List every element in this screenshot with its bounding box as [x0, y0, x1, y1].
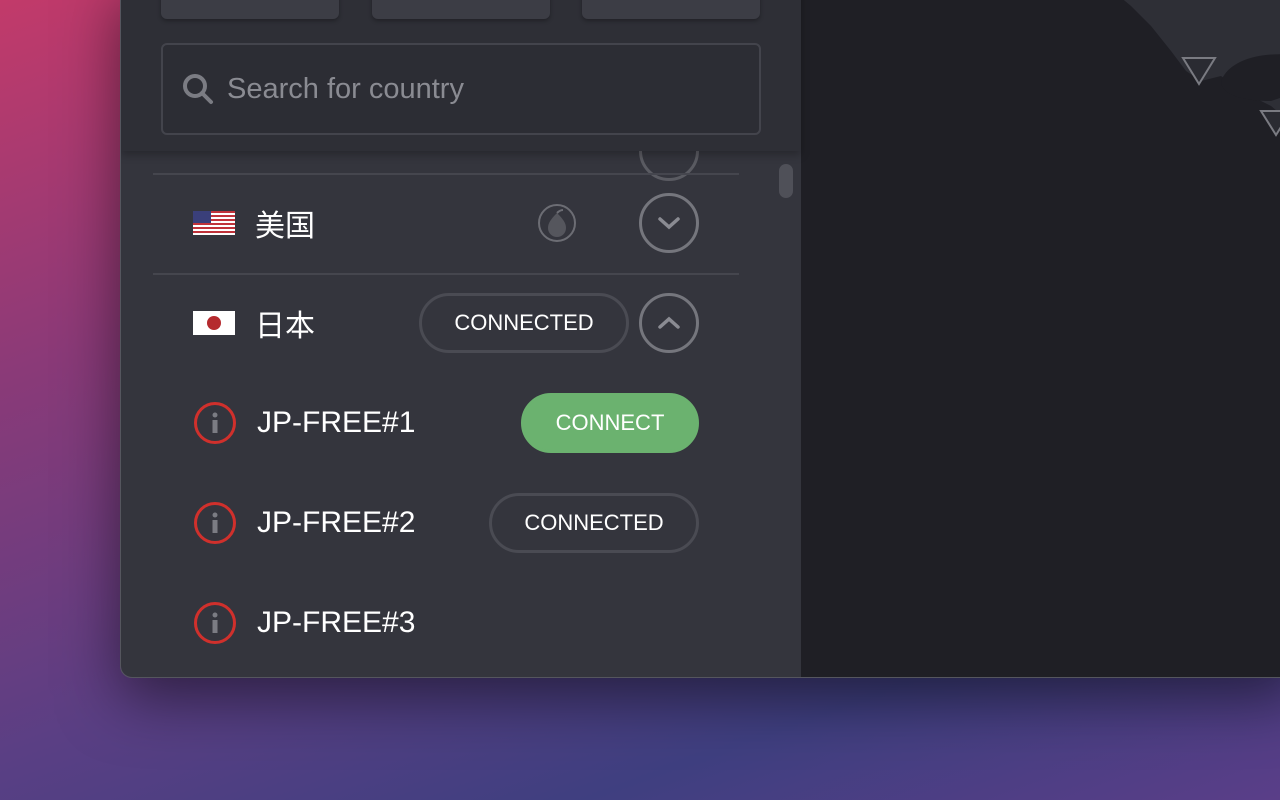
- search-icon: [183, 74, 213, 104]
- top-tab-button-2[interactable]: [372, 0, 550, 19]
- server-list-panel: 美国 日本 CONNECTED JP-FREE#1 CONNECT JP-FRE…: [121, 0, 801, 677]
- country-row-jp[interactable]: 日本 CONNECTED: [153, 273, 739, 373]
- server-load-info-icon[interactable]: [193, 401, 237, 445]
- map-land: [1123, 0, 1280, 137]
- chevron-down-icon: [658, 217, 680, 230]
- country-name: 日本: [255, 310, 315, 343]
- server-name: JP-FREE#1: [257, 406, 416, 439]
- server-name: JP-FREE#3: [257, 606, 416, 639]
- country-row-us[interactable]: 美国: [153, 173, 739, 273]
- vpn-app-window: 美国 日本 CONNECTED JP-FREE#1 CONNECT JP-FRE…: [120, 0, 1280, 678]
- server-row[interactable]: JP-FREE#3: [153, 573, 739, 673]
- chevron-up-icon: [658, 316, 680, 329]
- us-flag-icon: [193, 211, 235, 235]
- list-header: [121, 0, 801, 151]
- connected-status-badge: CONNECTED: [419, 293, 629, 353]
- top-tab-button-3[interactable]: [582, 0, 760, 19]
- server-load-info-icon[interactable]: [193, 601, 237, 645]
- connected-status-button[interactable]: CONNECTED: [489, 493, 699, 553]
- collapse-button[interactable]: [639, 293, 699, 353]
- jp-flag-icon: [193, 311, 235, 335]
- tor-onion-icon[interactable]: [537, 203, 577, 243]
- server-row[interactable]: JP-FREE#2 CONNECTED: [153, 473, 739, 573]
- top-tab-button-1[interactable]: [161, 0, 339, 19]
- connect-button[interactable]: CONNECT: [521, 393, 699, 453]
- search-input[interactable]: [227, 72, 727, 106]
- server-row[interactable]: JP-FREE#1 CONNECT: [153, 373, 739, 473]
- scrollbar-thumb[interactable]: [779, 164, 793, 198]
- search-field[interactable]: [161, 43, 761, 135]
- world-map[interactable]: [801, 0, 1280, 677]
- expand-button[interactable]: [639, 193, 699, 253]
- server-name: JP-FREE#2: [257, 506, 416, 539]
- country-name: 美国: [255, 210, 315, 243]
- server-load-info-icon[interactable]: [193, 501, 237, 545]
